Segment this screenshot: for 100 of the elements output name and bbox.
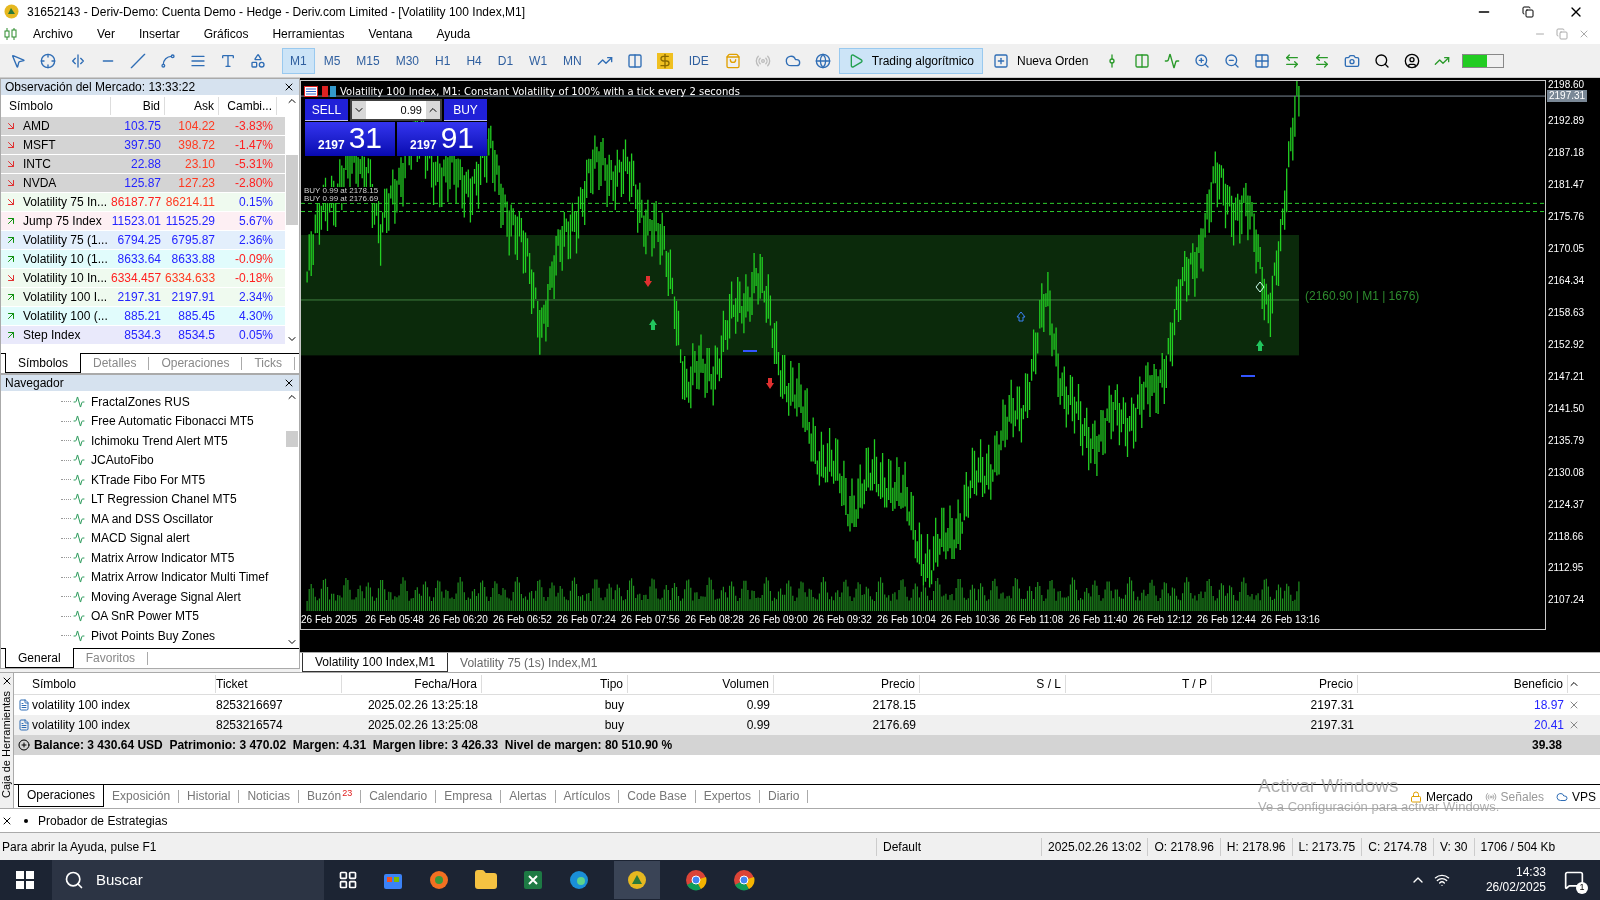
- buy-price-button[interactable]: 2197 91: [397, 122, 487, 156]
- timeframe-button[interactable]: D1: [490, 47, 521, 74]
- zoom-in-icon[interactable]: [1194, 52, 1211, 69]
- panel-link[interactable]: VPS: [1556, 787, 1596, 806]
- panel-tab[interactable]: General: [5, 648, 74, 668]
- globe-icon[interactable]: [814, 52, 831, 69]
- indicator-item[interactable]: JCAutoFibo: [91, 451, 154, 470]
- line-chart-icon[interactable]: [1164, 52, 1181, 69]
- terminal-tab[interactable]: Code Base: [619, 790, 696, 803]
- indicator-item[interactable]: FractalZones RUS: [91, 392, 190, 411]
- grid-icon[interactable]: [1254, 52, 1271, 69]
- column-header[interactable]: Ask: [165, 97, 219, 115]
- spreadsheet-icon[interactable]: [522, 869, 544, 891]
- buy-button[interactable]: BUY: [444, 99, 487, 121]
- folder-icon[interactable]: [474, 868, 498, 892]
- timeframe-button[interactable]: M5: [316, 47, 348, 74]
- panel-tab[interactable]: Detalles: [81, 357, 150, 370]
- trading-app-icon[interactable]: [614, 861, 660, 899]
- column-header[interactable]: Precio: [774, 674, 920, 693]
- symbol-row[interactable]: Volatility 100 I... 2197.31 2197.91 2.34%: [1, 288, 285, 307]
- panel-tab[interactable]: Operaciones: [149, 357, 243, 370]
- indicator-item[interactable]: Free Automatic Fibonacci MT5: [91, 412, 254, 431]
- menu-item[interactable]: Insertar: [130, 24, 189, 43]
- column-header[interactable]: Símbolo: [32, 674, 216, 693]
- channel-icon[interactable]: [160, 52, 176, 69]
- indicator-item[interactable]: MA and DSS Oscillator: [91, 509, 214, 528]
- indicator-item[interactable]: MACD Signal alert: [91, 529, 190, 548]
- timeframe-button[interactable]: MN: [556, 47, 589, 74]
- symbol-row[interactable]: Step Index 8534.3 8534.5 0.05%: [1, 326, 285, 345]
- position-row[interactable]: volatility 100 index 8253216697 2025.02.26 13:25:18 buy 0.99 2178.15 2197.31 18.97: [14, 695, 1600, 715]
- terminal-tab[interactable]: Artículos: [555, 790, 620, 803]
- column-header[interactable]: Precio: [1212, 674, 1358, 693]
- timeframe-button[interactable]: W1: [522, 47, 555, 74]
- symbol-row[interactable]: Volatility 10 (1... 8633.64 8633.88 -0.09%: [1, 250, 285, 269]
- autoscroll-icon[interactable]: [1314, 52, 1331, 69]
- terminal-tab[interactable]: Operaciones: [18, 784, 105, 807]
- indicator-item[interactable]: KTrade Fibo For MT5: [91, 470, 206, 489]
- sell-price-button[interactable]: 2197 31: [305, 122, 395, 156]
- chart-shift-icon[interactable]: [1284, 52, 1301, 69]
- terminal-tab[interactable]: Exposición: [104, 790, 180, 803]
- terminal-tab[interactable]: Diario: [760, 790, 809, 803]
- expand-icon[interactable]: [18, 739, 30, 751]
- taskbar-search[interactable]: Buscar: [52, 860, 324, 900]
- algo-trading-button[interactable]: Trading algorítmico: [838, 47, 983, 74]
- close-position-icon[interactable]: [1568, 699, 1580, 711]
- search-icon[interactable]: [1374, 52, 1391, 69]
- terminal-tab[interactable]: Historial: [179, 790, 240, 803]
- restore-icon[interactable]: [1522, 5, 1534, 18]
- volume-down-button[interactable]: [352, 101, 366, 119]
- timeframe-button[interactable]: H1: [428, 47, 458, 74]
- windows-logo-icon[interactable]: [16, 871, 34, 889]
- scrollbar-thumb[interactable]: [286, 431, 298, 447]
- panel-tab[interactable]: Símbolos: [5, 353, 82, 373]
- position-row[interactable]: volatility 100 index 8253216574 2025.02.26 13:25:08 buy 0.99 2176.69 2197.31 20.41: [14, 715, 1600, 735]
- shapes-icon[interactable]: [250, 52, 266, 69]
- scrollbar-thumb[interactable]: [286, 155, 298, 225]
- indicator-item[interactable]: Matrix Arrow Indicator MT5: [91, 548, 235, 567]
- column-header[interactable]: Símbolo: [1, 97, 111, 115]
- timeframe-button[interactable]: H4: [459, 47, 489, 74]
- menu-item[interactable]: Herramientas: [263, 24, 354, 43]
- indicator-item[interactable]: Moving Average Signal Alert: [91, 587, 241, 606]
- symbol-row[interactable]: Volatility 10 In... 6334.457 6334.633 -0.18%: [1, 269, 285, 288]
- ide-button[interactable]: IDE: [680, 47, 717, 74]
- symbol-row[interactable]: Jump 75 Index 11523.01 11525.29 5.67%: [1, 212, 285, 231]
- edge-browser-icon[interactable]: [568, 869, 590, 891]
- terminal-tab[interactable]: Expertos: [695, 790, 760, 803]
- chrome-icon[interactable]: [684, 868, 708, 892]
- column-header[interactable]: S / L: [920, 674, 1066, 693]
- chart-tab[interactable]: Volatility 75 (1s) Index,M1: [448, 653, 610, 672]
- text-icon[interactable]: [220, 52, 236, 69]
- sell-button[interactable]: SELL: [305, 99, 348, 121]
- menu-item[interactable]: Ver: [88, 24, 125, 43]
- timeframe-button[interactable]: M15: [349, 47, 387, 74]
- symbol-row[interactable]: AMD 103.75 104.22 -3.83%: [1, 117, 285, 136]
- terminal-tab[interactable]: Empresa: [436, 790, 502, 803]
- symbol-row[interactable]: Volatility 75 In... 86187.77 86214.11 0.15%: [1, 193, 285, 212]
- chrome-icon[interactable]: [732, 868, 756, 892]
- crosshair-icon[interactable]: [40, 52, 56, 69]
- chart-tab[interactable]: Volatility 100 Index,M1: [302, 653, 449, 672]
- symbol-row[interactable]: Volatility 100 (... 885.21 885.45 4.30%: [1, 307, 285, 326]
- timeframe-button[interactable]: M1: [282, 47, 315, 74]
- column-header[interactable]: Fecha/Hora: [342, 674, 482, 693]
- browser-icon[interactable]: [428, 869, 450, 891]
- menu-item[interactable]: Gráficos: [194, 24, 258, 43]
- menu-item[interactable]: Ayuda: [427, 24, 480, 43]
- panel-tab[interactable]: Favoritos: [73, 652, 149, 665]
- dollar-icon[interactable]: [656, 52, 673, 69]
- screenshot-icon[interactable]: [1344, 52, 1361, 69]
- zoom-out-icon[interactable]: [1224, 52, 1241, 69]
- terminal-tab[interactable]: Calendario: [361, 790, 437, 803]
- column-header[interactable]: Volumen: [628, 674, 774, 693]
- column-header[interactable]: T / P: [1066, 674, 1212, 693]
- terminal-tab[interactable]: Noticias: [239, 790, 300, 803]
- menu-item[interactable]: Archivo: [24, 24, 82, 43]
- network-icon[interactable]: [1433, 872, 1450, 888]
- column-header[interactable]: Bid: [111, 97, 165, 115]
- terminal-tab[interactable]: Alertas: [501, 790, 556, 803]
- terminal-tab[interactable]: Buzón$^{23}$: [299, 790, 362, 803]
- task-view-icon[interactable]: [338, 870, 358, 890]
- volume-field[interactable]: 0.99: [350, 99, 442, 121]
